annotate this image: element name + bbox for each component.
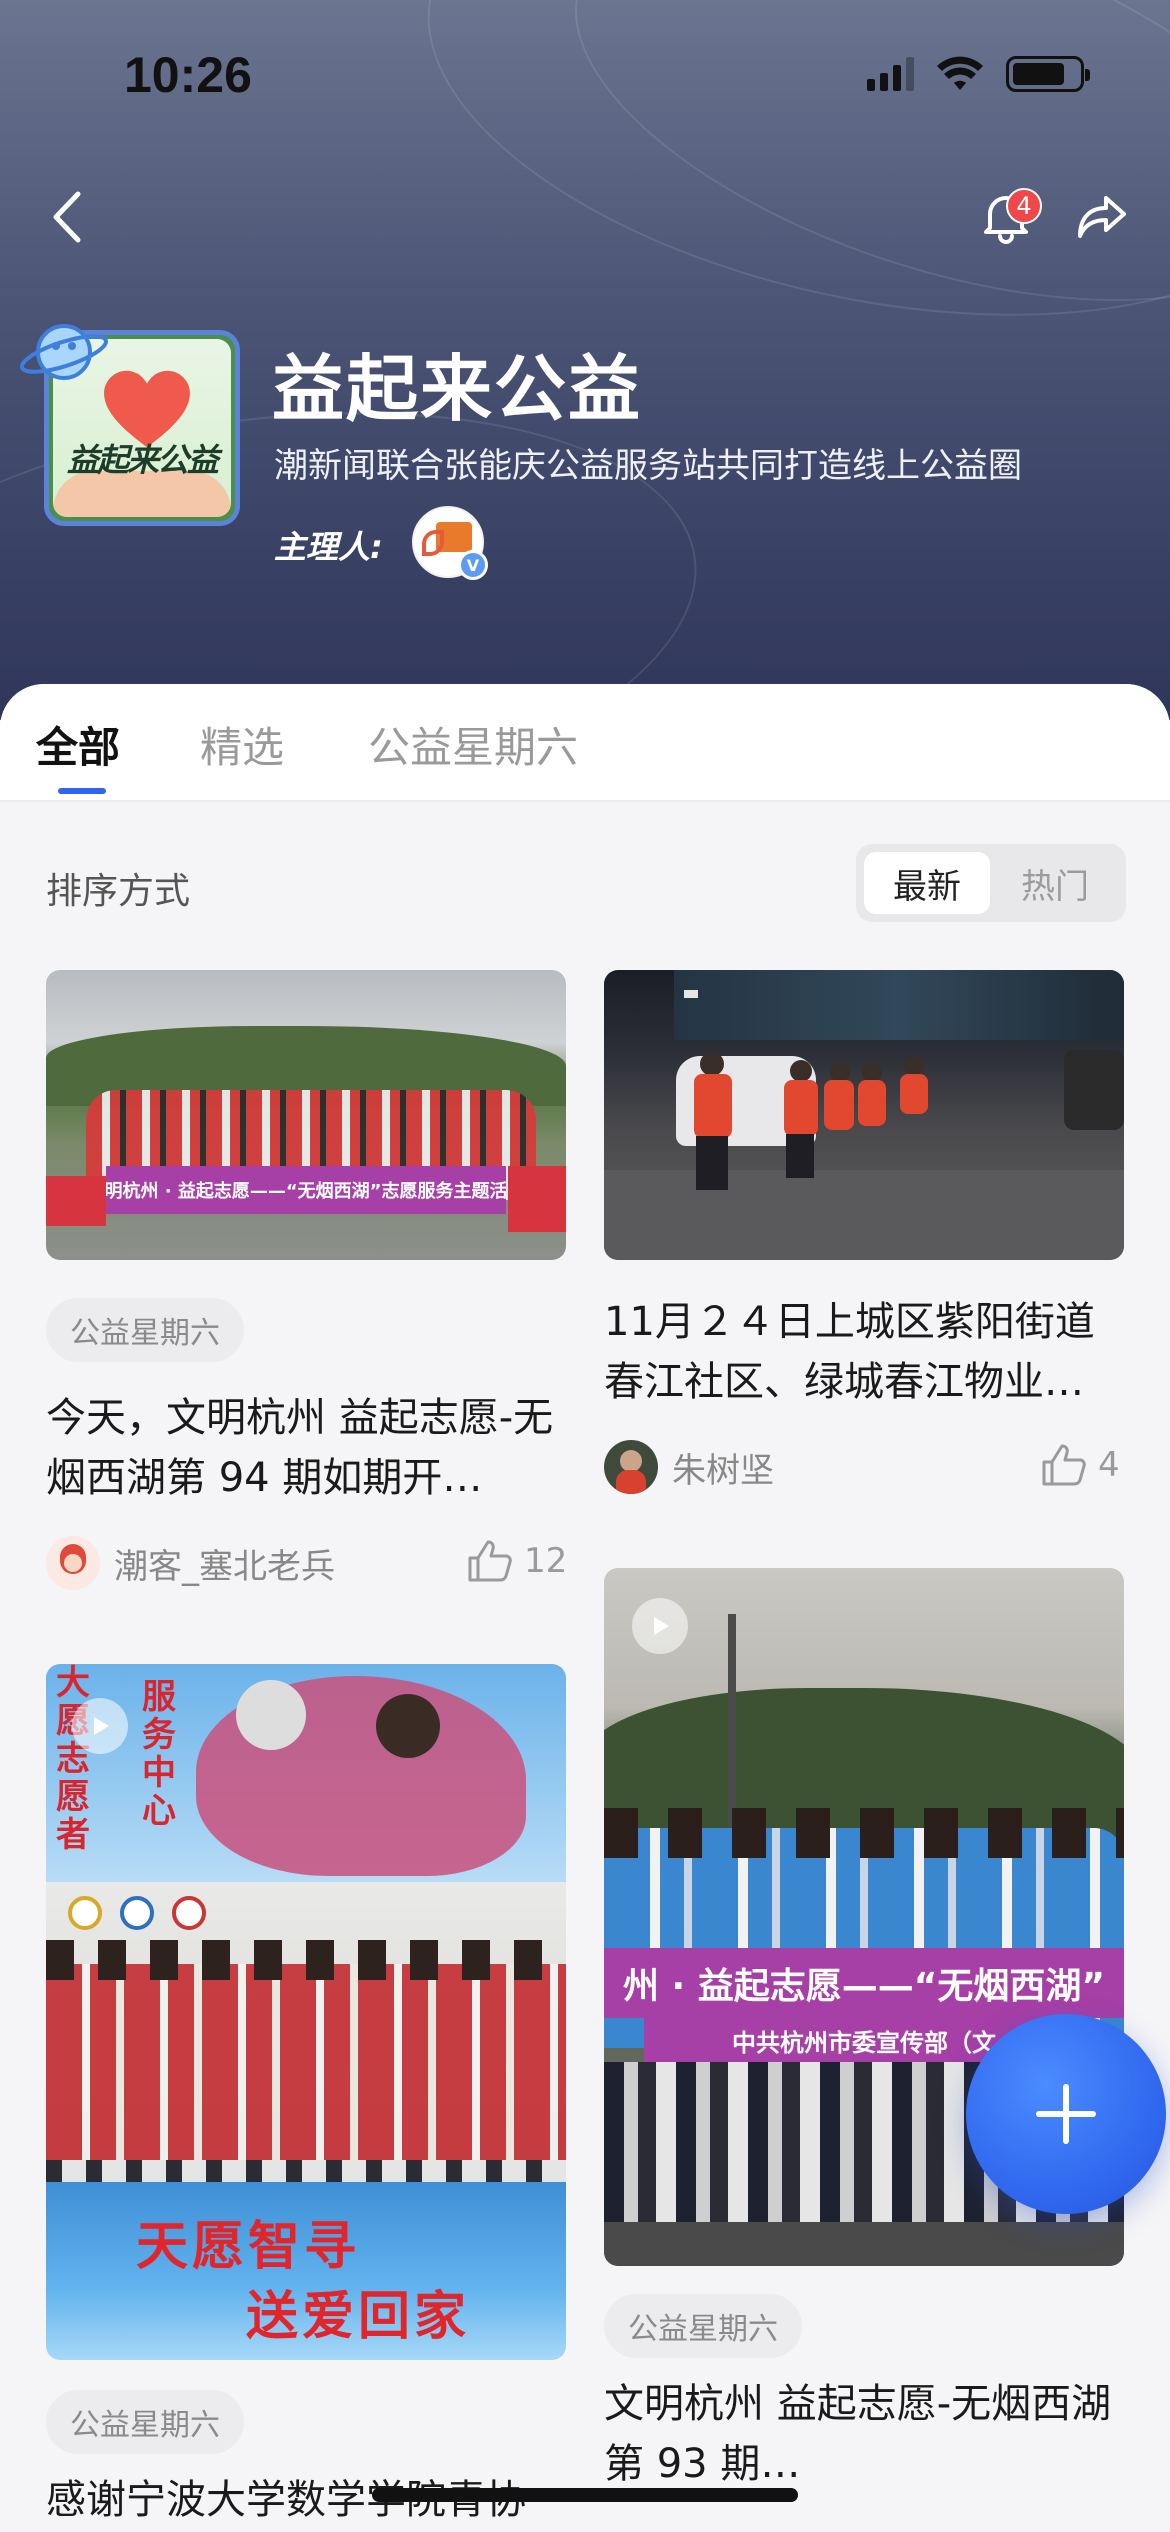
post-title[interactable]: 文明杭州 益起志愿-无烟西湖第 93 期… (604, 2374, 1126, 2494)
post-tag[interactable]: 公益星期六 (604, 2294, 802, 2358)
tab-all[interactable]: 全部 (36, 714, 120, 775)
post-title[interactable]: 11月２４日上城区紫阳街道春江社区、绿城春江物业… (604, 1292, 1126, 1412)
post-author[interactable]: 朱树坚 (604, 1440, 774, 1494)
like-count: 4 (1098, 1445, 1120, 1485)
circle-title: 益起来公益 (272, 347, 643, 431)
tab-active-indicator (58, 788, 106, 794)
cellular-signal-icon (867, 57, 914, 91)
planet-icon (19, 324, 109, 380)
wifi-icon (937, 56, 983, 90)
play-icon (632, 1598, 688, 1654)
photo-banner: 文明杭州 · 益起志愿——“无烟西湖”志愿服务主题活动 (106, 1166, 506, 1214)
sort-toggle: 最新 热门 (856, 844, 1126, 922)
like-button[interactable]: 4 (1038, 1440, 1120, 1490)
circle-header: 10:26 4 益起来公益 益起来公益 潮新闻联合张能庆公益服务站共同打造线上公… (0, 0, 1170, 720)
status-time: 10:26 (124, 47, 252, 103)
post-image[interactable]: 文明杭州 · 益起志愿——“无烟西湖”志愿服务主题活动 (46, 970, 566, 1260)
author-avatar (604, 1440, 658, 1494)
create-post-button[interactable] (966, 2014, 1166, 2214)
author-name: 潮客_塞北老兵 (114, 1546, 335, 1587)
host-label: 主理人: (274, 528, 383, 566)
tab-featured[interactable]: 精选 (200, 714, 284, 775)
logo-text: 益起来公益 (66, 441, 219, 479)
plus-icon (1036, 2084, 1096, 2144)
post-tag[interactable]: 公益星期六 (46, 1298, 244, 1362)
author-avatar (46, 1536, 100, 1590)
sort-hot-button[interactable]: 热门 (992, 852, 1118, 914)
poster-text-left: 大愿志愿者 (56, 1664, 90, 1855)
post-image[interactable] (604, 970, 1124, 1260)
share-icon[interactable] (1072, 186, 1132, 246)
tab-bar: 全部 精选 公益星期六 (0, 684, 1170, 802)
status-icons (867, 56, 1090, 92)
verified-icon: V (458, 550, 488, 580)
play-icon (72, 1698, 128, 1754)
post-image[interactable]: 大愿志愿者 服务中心 天愿智寻 送爱回家 (46, 1664, 566, 2360)
sort-label: 排序方式 (46, 871, 191, 912)
poster-slogan-2: 送爱回家 (246, 2287, 471, 2347)
tab-saturday[interactable]: 公益星期六 (368, 714, 578, 775)
poster-text-right: 服务中心 (142, 1677, 176, 1831)
author-name: 朱树坚 (672, 1450, 774, 1491)
sort-latest-button[interactable]: 最新 (864, 852, 990, 914)
like-count: 12 (524, 1541, 568, 1581)
battery-icon (1006, 56, 1090, 92)
circle-description: 潮新闻联合张能庆公益服务站共同打造线上公益圈 (274, 446, 1022, 486)
photo-banner: 州 · 益起志愿——“无烟西湖” (604, 1948, 1124, 2018)
like-button[interactable]: 12 (464, 1536, 567, 1586)
thumbs-up-icon (468, 1540, 512, 1582)
post-tag[interactable]: 公益星期六 (46, 2390, 244, 2454)
back-arrow-icon[interactable] (38, 182, 108, 252)
notification-badge: 4 (1006, 188, 1042, 224)
post-author[interactable]: 潮客_塞北老兵 (46, 1536, 335, 1590)
post-title[interactable]: 今天，文明杭州 益起志愿-无烟西湖第 94 期如期开… (46, 1388, 570, 1508)
thumbs-up-icon (1042, 1444, 1086, 1486)
content-panel: 全部 精选 公益星期六 排序方式 最新 热门 文明杭州 · 益起志愿——“无烟西… (0, 684, 1170, 2532)
poster-slogan-1: 天愿智寻 (136, 2217, 361, 2277)
home-indicator[interactable] (372, 2488, 798, 2502)
